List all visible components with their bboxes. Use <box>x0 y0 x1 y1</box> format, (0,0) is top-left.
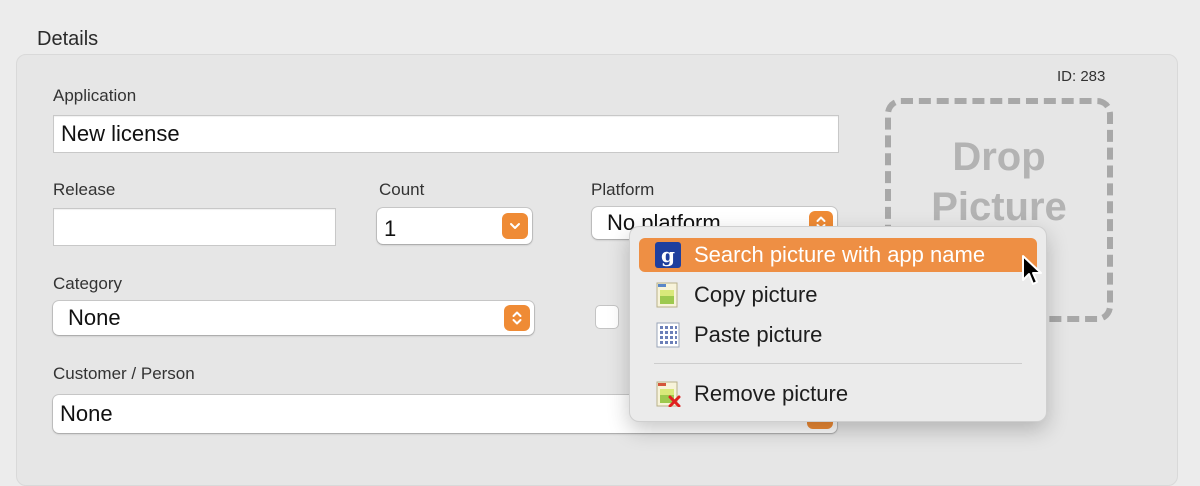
menu-separator <box>654 363 1022 364</box>
application-field[interactable]: New license <box>53 115 839 153</box>
drop-line-1: Drop <box>952 135 1046 179</box>
menu-item-paste-picture[interactable]: Paste picture <box>639 318 1037 352</box>
copy-document-icon <box>656 282 678 308</box>
menu-item-copy-picture[interactable]: Copy picture <box>639 278 1037 312</box>
remove-document-icon <box>656 381 681 407</box>
application-label: Application <box>53 86 137 105</box>
google-icon: g <box>655 242 681 268</box>
context-menu: g Search picture with app name Copy pict… <box>629 226 1047 422</box>
chevron-down-icon <box>510 223 520 229</box>
count-dropdown-button[interactable] <box>502 213 528 239</box>
release-label: Release <box>53 180 116 199</box>
section-title: Details <box>37 28 99 50</box>
menu-item-label: Remove picture <box>694 381 849 406</box>
drop-line-2: Picture <box>931 185 1067 229</box>
application-value: New license <box>61 121 180 146</box>
menu-item-label: Paste picture <box>694 322 823 347</box>
record-id: ID: 283 <box>1057 68 1106 85</box>
menu-item-label: Copy picture <box>694 282 818 307</box>
svg-text:g: g <box>661 243 675 267</box>
count-label: Count <box>379 180 425 199</box>
menu-item-search-picture[interactable]: g Search picture with app name <box>639 238 1037 272</box>
up-down-chevron-icon <box>512 311 522 325</box>
category-value: None <box>68 305 121 330</box>
count-combo[interactable]: 1 <box>377 208 532 244</box>
mouse-pointer-icon <box>1022 255 1042 285</box>
platform-label: Platform <box>591 180 655 199</box>
menu-item-label: Search picture with app name <box>694 242 986 267</box>
category-stepper[interactable] <box>504 305 530 331</box>
menu-item-remove-picture[interactable]: Remove picture <box>639 377 1037 411</box>
count-value: 1 <box>384 216 397 241</box>
checkbox[interactable] <box>595 305 619 329</box>
customer-value: None <box>60 401 113 426</box>
category-label: Category <box>53 274 122 293</box>
release-field[interactable] <box>53 208 336 246</box>
paste-grid-icon <box>656 322 680 348</box>
customer-label: Customer / Person <box>53 364 195 383</box>
category-select[interactable]: None <box>53 301 534 335</box>
drop-picture-text: Drop Picture <box>891 132 1107 232</box>
